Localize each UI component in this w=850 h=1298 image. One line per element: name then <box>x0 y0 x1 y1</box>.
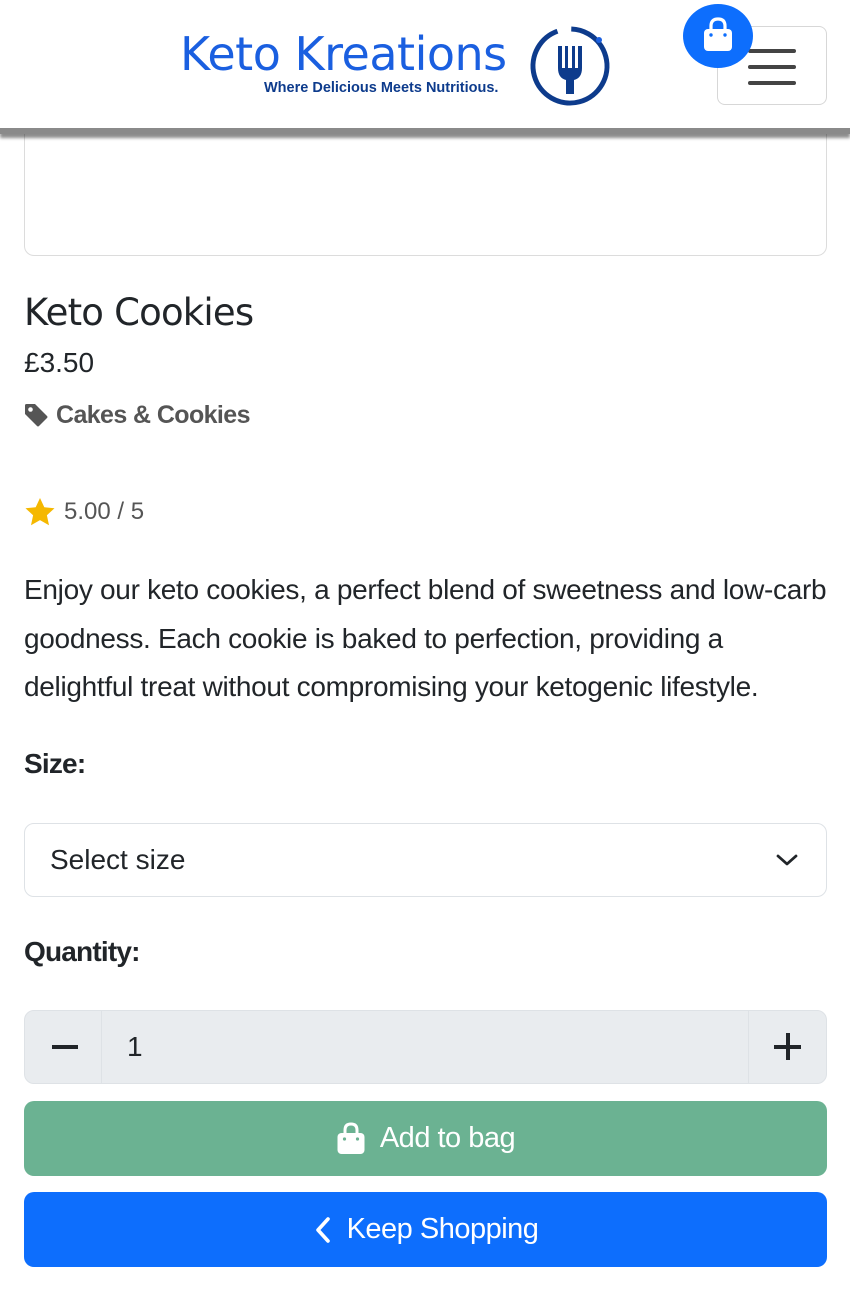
product-description: Enjoy our keto cookies, a perfect blend … <box>24 574 827 702</box>
product-title: Keto Cookies <box>24 291 254 334</box>
rating-value: 5.00 / 5 <box>64 498 145 525</box>
chevron-left-icon <box>315 1216 330 1243</box>
header-shadow-divider <box>0 128 850 134</box>
tag-icon <box>25 404 48 427</box>
keep-shopping-button[interactable]: Keep Shopping <box>24 1192 827 1267</box>
size-select[interactable]: Select size <box>24 823 827 897</box>
star-icon <box>25 498 55 526</box>
shopping-bag-button[interactable] <box>683 4 753 68</box>
chevron-down-icon <box>776 854 798 866</box>
quantity-label: Quantity: <box>24 936 140 967</box>
add-to-bag-button[interactable]: Add to bag <box>24 1101 827 1176</box>
size-label: Size: <box>24 748 86 779</box>
keep-shopping-label: Keep Shopping <box>346 1213 539 1245</box>
shopping-bag-icon <box>704 17 732 51</box>
hamburger-line <box>748 65 796 69</box>
product-category[interactable]: Cakes & Cookies <box>24 398 250 432</box>
logo-title: Keto Kreations <box>180 27 507 81</box>
site-header: Keto Kreations Where Delicious Meets Nut… <box>0 0 850 133</box>
product-rating: 5.00 / 5 <box>24 494 144 530</box>
category-label: Cakes & Cookies <box>56 400 250 429</box>
quantity-input[interactable]: 1 <box>127 1011 143 1083</box>
fork-emblem-icon <box>530 26 610 106</box>
quantity-stepper: 1 <box>24 1010 827 1084</box>
shopping-bag-icon <box>337 1121 365 1154</box>
hamburger-line <box>748 81 796 85</box>
site-logo[interactable]: Keto Kreations Where Delicious Meets Nut… <box>180 24 620 108</box>
plus-icon-vertical <box>786 1033 790 1060</box>
minus-icon <box>52 1045 78 1049</box>
increment-button[interactable] <box>748 1011 826 1083</box>
hamburger-menu-icon <box>748 49 796 53</box>
add-to-bag-label: Add to bag <box>379 1122 516 1154</box>
decrement-button[interactable] <box>25 1011 102 1083</box>
size-select-value: Select size <box>50 844 186 875</box>
logo-tagline: Where Delicious Meets Nutritious. <box>264 80 499 96</box>
product-price: £3.50 <box>24 347 95 378</box>
